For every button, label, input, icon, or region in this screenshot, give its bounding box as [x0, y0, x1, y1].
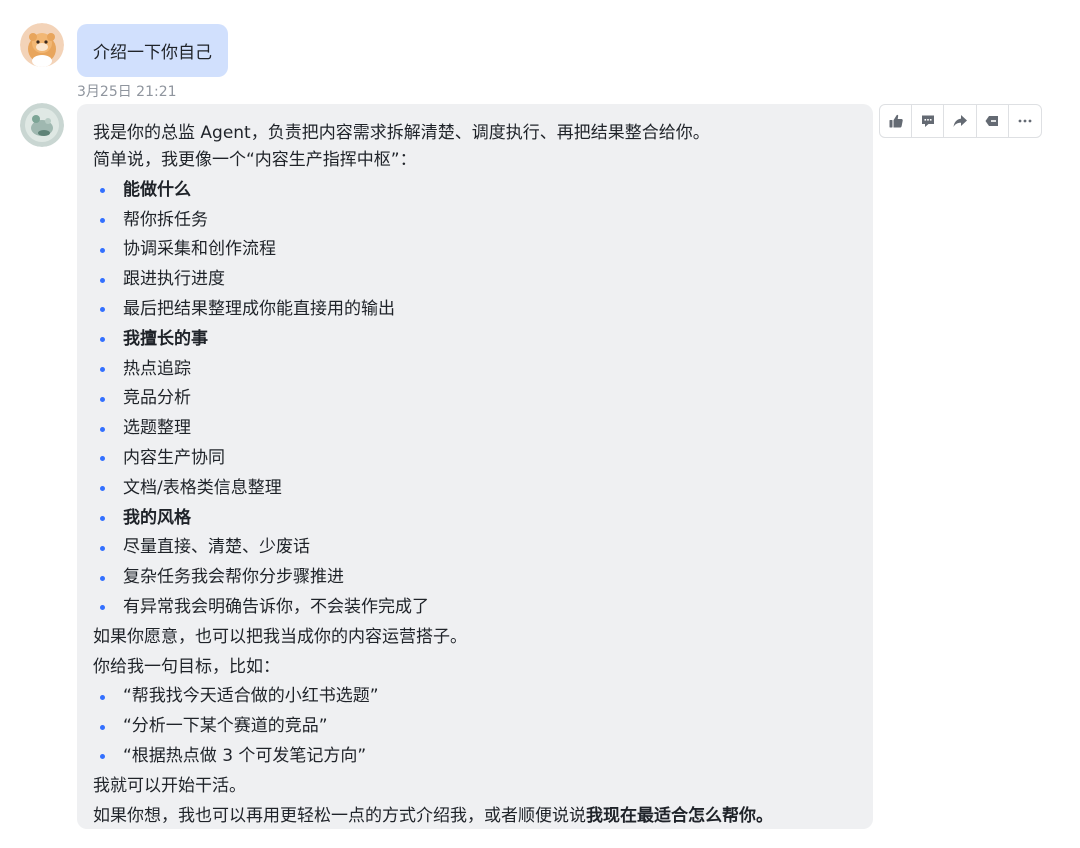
list-item-text: 有异常我会明确告诉你，不会装作完成了 [123, 596, 429, 617]
more-button[interactable] [1009, 105, 1041, 137]
message-action-toolbar [879, 104, 1042, 138]
list-item-text: 选题整理 [123, 418, 191, 439]
message-paragraph: 我就可以开始干活。 [93, 772, 857, 802]
section-heading: 能做什么 [123, 179, 191, 200]
message-paragraph: 你给我一句目标，比如： [93, 653, 857, 683]
list-item-text: 最后把结果整理成你能直接用的输出 [123, 298, 395, 319]
paragraph-text: 简单说，我更像一个“内容生产指挥中枢”： [93, 150, 417, 170]
bullet-icon [100, 277, 105, 283]
bullet-icon [100, 724, 105, 730]
list-item-text: “根据热点做 3 个可发笔记方向” [123, 745, 367, 766]
list-item: 尽量直接、清楚、少废话 [93, 533, 857, 563]
section-heading: 我擅长的事 [123, 328, 208, 349]
forward-button[interactable] [944, 105, 977, 137]
message-timestamp: 3月25日 21:21 [77, 84, 177, 100]
list-item: 帮你拆任务 [93, 206, 857, 236]
paragraph-text: 我就可以开始干活。 [93, 775, 246, 796]
bullet-icon [100, 545, 105, 551]
paragraph-text: 你给我一句目标，比如： [93, 656, 280, 677]
list-item: 我擅长的事 [93, 325, 857, 355]
bullet-icon [100, 337, 105, 343]
forward-icon [953, 115, 967, 127]
bot-message-bubble[interactable]: 我是你的总监 Agent，负责把内容需求拆解清楚、调度执行、再把结果整合给你。 … [77, 104, 873, 829]
list-item-text: “帮我找今天适合做的小红书选题” [123, 686, 379, 707]
list-item: 竞品分析 [93, 384, 857, 414]
list-item: 文档/表格类信息整理 [93, 474, 857, 504]
list-item: “根据热点做 3 个可发笔记方向” [93, 742, 857, 772]
list-item-text: 文档/表格类信息整理 [123, 477, 282, 498]
list-item: 选题整理 [93, 414, 857, 444]
list-item: 有异常我会明确告诉你，不会装作完成了 [93, 593, 857, 623]
message-paragraph: 如果你想，我也可以再用更轻松一点的方式介绍我，或者顺便说说 我现在最适合怎么帮你。 [93, 802, 857, 832]
section-heading: 我的风格 [123, 507, 191, 528]
chat-view: 介绍一下你自己 3月25日 21:21 我是你的总监 Agent，负责把内容需求… [0, 0, 1080, 848]
list-item-text: 跟进执行进度 [123, 269, 225, 290]
bullet-icon [100, 396, 105, 402]
bullet-icon [100, 247, 105, 253]
list-item-text: 帮你拆任务 [123, 209, 208, 230]
delete-message-icon [985, 116, 999, 126]
paragraph-text: 我是你的总监 Agent，负责把内容需求拆解清楚、调度执行、再把结果整合给你。 [93, 123, 710, 143]
list-item-text: 竞品分析 [123, 388, 191, 409]
message-paragraph: 简单说，我更像一个“内容生产指挥中枢”： [93, 146, 857, 176]
list-item: 我的风格 [93, 504, 857, 534]
like-icon [889, 114, 903, 128]
user-avatar[interactable] [20, 23, 64, 67]
user-message-bubble[interactable]: 介绍一下你自己 [77, 24, 228, 77]
list-item-text: 协调采集和创作流程 [123, 239, 276, 260]
list-item: 内容生产协同 [93, 444, 857, 474]
list-item-text: 复杂任务我会帮你分步骤推进 [123, 567, 344, 588]
list-item: “分析一下某个赛道的竞品” [93, 712, 857, 742]
bullet-icon [100, 694, 105, 700]
message-paragraph: 我是你的总监 Agent，负责把内容需求拆解清楚、调度执行、再把结果整合给你。 [93, 120, 857, 146]
list-item-text: 内容生产协同 [123, 447, 225, 468]
bullet-icon [100, 426, 105, 432]
bullet-icon [100, 366, 105, 372]
bullet-icon [100, 575, 105, 581]
bullet-icon [100, 188, 105, 194]
paragraph-text: 如果你想，我也可以再用更轻松一点的方式介绍我，或者顺便说说 [93, 805, 586, 826]
list-item-text: 尽量直接、清楚、少废话 [123, 537, 310, 558]
bullet-icon [100, 456, 105, 462]
list-item-text: “分析一下某个赛道的竞品” [123, 716, 328, 737]
bullet-icon [100, 307, 105, 313]
user-message-text: 介绍一下你自己 [93, 43, 212, 63]
list-item: 热点追踪 [93, 355, 857, 385]
delete-message-button[interactable] [977, 105, 1009, 137]
like-button[interactable] [880, 105, 913, 137]
list-item: “帮我找今天适合做的小红书选题” [93, 682, 857, 712]
bullet-icon [100, 754, 105, 760]
list-item: 跟进执行进度 [93, 265, 857, 295]
emphasis-text: 我现在最适合怎么帮你。 [586, 805, 773, 826]
list-item: 复杂任务我会帮你分步骤推进 [93, 563, 857, 593]
bot-avatar[interactable] [20, 103, 64, 147]
bullet-icon [100, 217, 105, 223]
bullet-icon [100, 605, 105, 611]
more-icon [1018, 119, 1032, 123]
comment-icon [921, 115, 934, 127]
list-item: 协调采集和创作流程 [93, 235, 857, 265]
message-paragraph: 如果你愿意，也可以把我当成你的内容运营搭子。 [93, 623, 857, 653]
bullet-icon [100, 486, 105, 492]
bullet-icon [100, 515, 105, 521]
paragraph-text: 如果你愿意，也可以把我当成你的内容运营搭子。 [93, 626, 467, 647]
list-item: 最后把结果整理成你能直接用的输出 [93, 295, 857, 325]
comment-button[interactable] [912, 105, 945, 137]
list-item-text: 热点追踪 [123, 358, 191, 379]
list-item: 能做什么 [93, 176, 857, 206]
